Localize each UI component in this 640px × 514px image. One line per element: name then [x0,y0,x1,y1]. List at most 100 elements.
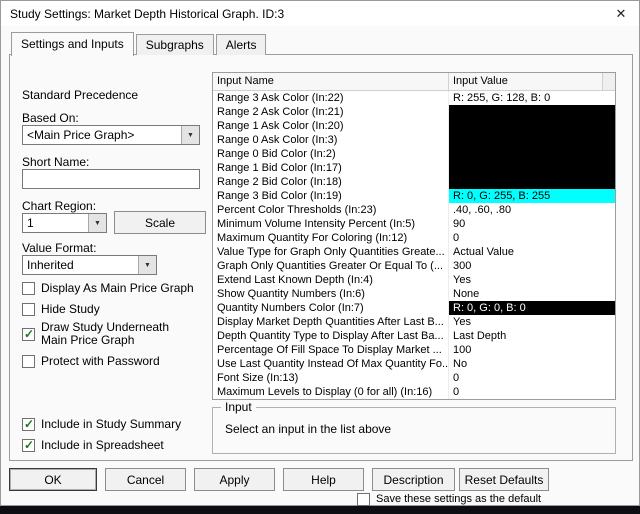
input-value-cell[interactable]: 0 [449,371,615,385]
cancel-button[interactable]: Cancel [105,468,186,491]
input-name-cell[interactable]: Value Type for Graph Only Quantities Gre… [213,245,449,259]
table-row[interactable]: Range 3 Ask Color (In:22) R: 255, G: 128,… [213,91,615,105]
input-name-cell[interactable]: Minimum Volume Intensity Percent (In:5) [213,217,449,231]
table-row[interactable]: Range 1 Ask Color (In:20) [213,119,615,133]
input-name-cell[interactable]: Quantity Numbers Color (In:7) [213,301,449,315]
checkbox-save-settings-default[interactable]: Save these settings as the default [357,493,541,506]
checkbox-protect-with-password[interactable]: Protect with Password [22,355,160,368]
ok-button[interactable]: OK [9,468,97,491]
table-row[interactable]: Quantity Numbers Color (In:7) R: 0, G: 0,… [213,301,615,315]
chart-region-select[interactable]: 1 ▼ [22,213,107,233]
table-row[interactable]: Percent Color Thresholds (In:23) .40, .60… [213,203,615,217]
checkbox-box [357,493,370,506]
input-value-cell[interactable]: R: 0, G: 255, B: 255 [449,189,615,203]
table-row[interactable]: Range 0 Ask Color (In:3) [213,133,615,147]
input-value-cell[interactable]: 100 [449,343,615,357]
input-value-cell[interactable]: 90 [449,217,615,231]
table-row[interactable]: Use Last Quantity Instead Of Max Quantit… [213,357,615,371]
table-row[interactable]: Range 2 Bid Color (In:18) [213,175,615,189]
input-value-cell[interactable]: R: 255, G: 128, B: 0 [449,91,615,105]
input-value-cell[interactable]: Yes [449,273,615,287]
input-name-cell[interactable]: Maximum Levels to Display (0 for all) (I… [213,385,449,399]
input-value-cell[interactable] [449,147,615,161]
input-value-cell[interactable] [449,175,615,189]
table-row[interactable]: Show Quantity Numbers (In:6) None [213,287,615,301]
close-icon[interactable]: ✕ [603,1,639,26]
input-name-cell[interactable]: Range 1 Bid Color (In:17) [213,161,449,175]
input-value-cell[interactable]: Last Depth [449,329,615,343]
checkbox-label: Display As Main Price Graph [41,281,194,295]
description-button[interactable]: Description [372,468,455,491]
table-row[interactable]: Extend Last Known Depth (In:4) Yes [213,273,615,287]
chevron-down-icon[interactable]: ▼ [181,126,199,144]
input-name-cell[interactable]: Maximum Quantity For Coloring (In:12) [213,231,449,245]
input-name-cell[interactable]: Range 2 Bid Color (In:18) [213,175,449,189]
table-row[interactable]: Percentage Of Fill Space To Display Mark… [213,343,615,357]
input-value-cell[interactable]: Yes [449,315,615,329]
input-name-cell[interactable]: Percentage Of Fill Space To Display Mark… [213,343,449,357]
table-row[interactable]: Range 1 Bid Color (In:17) [213,161,615,175]
table-row[interactable]: Display Market Depth Quantities After La… [213,315,615,329]
checkbox-hide-study[interactable]: Hide Study [22,303,100,316]
input-value-cell[interactable]: 0 [449,385,615,399]
tab-subgraphs[interactable]: Subgraphs [135,34,214,55]
table-row[interactable]: Range 3 Bid Color (In:19) R: 0, G: 255, B… [213,189,615,203]
short-name-input[interactable] [22,169,200,189]
checkbox-label: Hide Study [41,302,100,316]
input-name-cell[interactable]: Display Market Depth Quantities After La… [213,315,449,329]
chevron-down-icon[interactable]: ▼ [88,214,106,232]
checkbox-display-as-main-price-graph[interactable]: Display As Main Price Graph [22,282,194,295]
input-value-cell[interactable]: None [449,287,615,301]
input-name-cell[interactable]: Extend Last Known Depth (In:4) [213,273,449,287]
input-value-cell[interactable]: 0 [449,231,615,245]
chart-region-label: Chart Region: [22,199,97,213]
input-name-cell[interactable]: Show Quantity Numbers (In:6) [213,287,449,301]
tab-settings-and-inputs[interactable]: Settings and Inputs [11,32,134,56]
value-format-label: Value Format: [22,241,97,255]
input-value-cell[interactable]: 300 [449,259,615,273]
input-name-cell[interactable]: Range 0 Ask Color (In:3) [213,133,449,147]
input-value-cell[interactable]: Actual Value [449,245,615,259]
table-row[interactable]: Maximum Quantity For Coloring (In:12) 0 [213,231,615,245]
checkbox-draw-study-underneath[interactable]: Draw Study Underneath Main Price Graph [22,321,189,347]
value-format-select[interactable]: Inherited ▼ [22,255,157,275]
table-row[interactable]: Depth Quantity Type to Display After Las… [213,329,615,343]
based-on-select[interactable]: <Main Price Graph> ▼ [22,125,200,145]
apply-button[interactable]: Apply [194,468,275,491]
scale-button[interactable]: Scale [114,211,206,234]
reset-defaults-button[interactable]: Reset Defaults [459,468,549,491]
input-name-cell[interactable]: Graph Only Quantities Greater Or Equal T… [213,259,449,273]
input-value-cell[interactable] [449,133,615,147]
input-name-cell[interactable]: Percent Color Thresholds (In:23) [213,203,449,217]
input-name-cell[interactable]: Use Last Quantity Instead Of Max Quantit… [213,357,449,371]
table-row[interactable]: Minimum Volume Intensity Percent (In:5) 9… [213,217,615,231]
column-header-input-name[interactable]: Input Name [213,73,449,90]
column-header-input-value[interactable]: Input Value [449,73,603,90]
table-row[interactable]: Maximum Levels to Display (0 for all) (I… [213,385,615,399]
input-name-cell[interactable]: Range 3 Ask Color (In:22) [213,91,449,105]
input-value-cell[interactable] [449,119,615,133]
input-name-cell[interactable]: Depth Quantity Type to Display After Las… [213,329,449,343]
help-button[interactable]: Help [283,468,364,491]
tab-alerts[interactable]: Alerts [215,34,267,55]
input-name-cell[interactable]: Range 0 Bid Color (In:2) [213,147,449,161]
input-value-cell[interactable]: .40, .60, .80 [449,203,615,217]
checkbox-include-in-study-summary[interactable]: Include in Study Summary [22,417,182,431]
input-value-cell[interactable]: R: 0, G: 0, B: 0 [449,301,615,315]
table-row[interactable]: Font Size (In:13) 0 [213,371,615,385]
checkbox-label: Include in Study Summary [41,417,182,431]
table-row[interactable]: Graph Only Quantities Greater Or Equal T… [213,259,615,273]
input-name-cell[interactable]: Range 1 Ask Color (In:20) [213,119,449,133]
input-name-cell[interactable]: Range 3 Bid Color (In:19) [213,189,449,203]
screen: { "window": { "title": "Study Settings: … [0,0,640,514]
table-row[interactable]: Range 0 Bid Color (In:2) [213,147,615,161]
table-row[interactable]: Range 2 Ask Color (In:21) [213,105,615,119]
table-row[interactable]: Value Type for Graph Only Quantities Gre… [213,245,615,259]
chevron-down-icon[interactable]: ▼ [138,256,156,274]
input-name-cell[interactable]: Font Size (In:13) [213,371,449,385]
input-value-cell[interactable]: No [449,357,615,371]
input-value-cell[interactable] [449,105,615,119]
input-value-cell[interactable] [449,161,615,175]
input-name-cell[interactable]: Range 2 Ask Color (In:21) [213,105,449,119]
checkbox-include-in-spreadsheet[interactable]: Include in Spreadsheet [22,438,164,452]
